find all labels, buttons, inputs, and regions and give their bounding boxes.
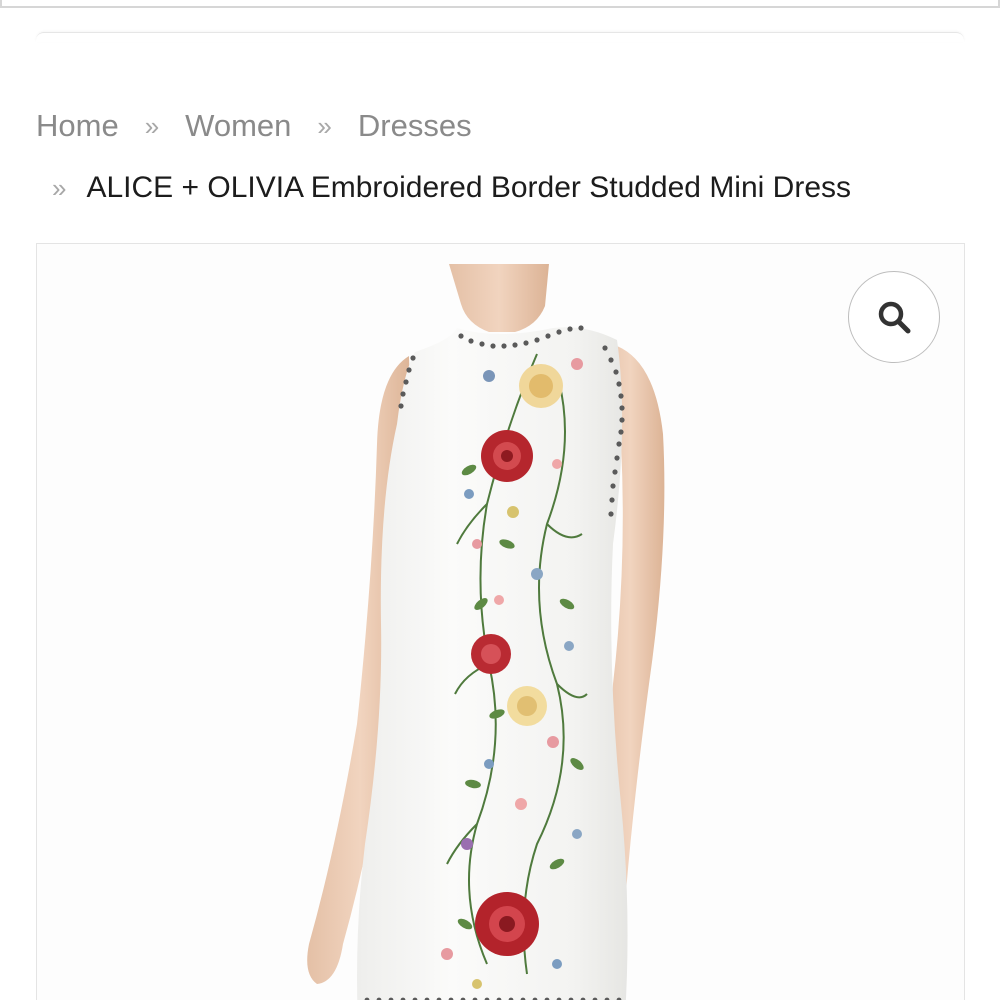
breadcrumb-dresses[interactable]: Dresses [358, 106, 472, 146]
breadcrumb-separator: » [317, 111, 332, 141]
product-image-card [36, 243, 965, 1000]
breadcrumb: Home » Women » Dresses » ALICE + OLIVIA … [36, 106, 966, 208]
zoom-button[interactable] [848, 271, 940, 363]
breadcrumb-women[interactable]: Women [185, 106, 291, 146]
breadcrumb-row-1: Home » Women » Dresses [36, 106, 966, 146]
breadcrumb-row-2: » ALICE + OLIVIA Embroidered Border Stud… [36, 168, 966, 208]
breadcrumb-home[interactable]: Home [36, 106, 119, 146]
content-card-edge [36, 32, 964, 42]
product-photo[interactable] [37, 244, 965, 1000]
breadcrumb-separator: » [52, 173, 67, 203]
breadcrumb-current-product: ALICE + OLIVIA Embroidered Border Studde… [86, 171, 851, 204]
search-icon [878, 301, 911, 334]
top-bar-box [0, 0, 1000, 8]
breadcrumb-separator: » [144, 111, 160, 141]
